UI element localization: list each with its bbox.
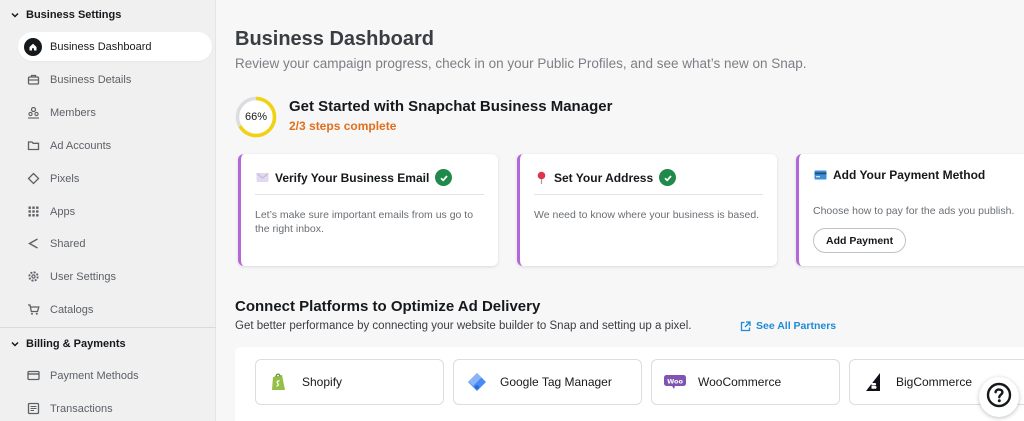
get-started-title: Get Started with Snapchat Business Manag… xyxy=(289,98,613,115)
connect-platforms-subtitle: Get better performance by connecting you… xyxy=(235,320,692,332)
sidebar-item-label: Business Dashboard xyxy=(50,40,152,53)
receipt-icon xyxy=(26,402,40,416)
link-label: See All Partners xyxy=(756,320,837,332)
card-title: Add Your Payment Method xyxy=(833,168,986,182)
sidebar-item-catalogs[interactable]: Catalogs xyxy=(18,295,212,324)
main-content: Business Dashboard Review your campaign … xyxy=(216,0,1024,421)
sidebar-item-ad-accounts[interactable]: Ad Accounts xyxy=(18,131,212,160)
section-toggle-business-settings[interactable]: Business Settings xyxy=(0,3,121,27)
sidebar-item-label: User Settings xyxy=(50,270,117,283)
sidebar-item-business-dashboard[interactable]: Business Dashboard xyxy=(18,32,212,61)
svg-text:Woo: Woo xyxy=(667,377,683,385)
google-tag-manager-icon xyxy=(466,371,488,393)
woocommerce-icon: Woo xyxy=(664,371,686,393)
sidebar-item-label: Pixels xyxy=(50,172,80,185)
map-pin-icon xyxy=(534,171,548,185)
sidebar-item-transactions[interactable]: Transactions xyxy=(18,394,212,421)
connect-platforms-title: Connect Platforms to Optimize Ad Deliver… xyxy=(235,298,541,315)
page-subtitle: Review your campaign progress, check in … xyxy=(235,56,807,71)
gear-icon xyxy=(26,270,40,284)
sidebar-item-payment-methods[interactable]: Payment Methods xyxy=(18,361,212,390)
bigcommerce-icon xyxy=(862,371,884,393)
grid-icon xyxy=(26,205,40,219)
sidebar-item-label: Ad Accounts xyxy=(50,139,112,152)
credit-card-icon xyxy=(813,168,827,182)
steps-complete-text: 2/3 steps complete xyxy=(289,119,397,133)
card-body: We need to know where your business is b… xyxy=(534,209,760,221)
sidebar-item-label: Payment Methods xyxy=(50,369,139,382)
members-icon xyxy=(26,106,40,120)
sidebar-item-members[interactable]: Members xyxy=(18,98,212,127)
help-button[interactable] xyxy=(979,377,1019,417)
sidebar: Business Settings Business Dashboard Bus… xyxy=(0,0,216,421)
sidebar-divider xyxy=(0,327,216,328)
external-link-icon xyxy=(740,320,751,332)
check-icon xyxy=(659,169,677,186)
sidebar-item-label: Transactions xyxy=(50,402,113,415)
check-icon xyxy=(435,169,453,186)
sidebar-item-business-details[interactable]: Business Details xyxy=(18,65,212,94)
credit-card-icon xyxy=(26,369,40,383)
help-icon xyxy=(986,382,1012,413)
section-title: Billing & Payments xyxy=(26,338,126,350)
sidebar-item-pixels[interactable]: Pixels xyxy=(18,164,212,193)
see-all-partners-link[interactable]: See All Partners xyxy=(740,320,836,332)
share-icon xyxy=(26,237,40,251)
progress-ring: 66% xyxy=(235,96,277,138)
card-header: Add Your Payment Method xyxy=(813,168,985,182)
sidebar-item-label: Business Details xyxy=(50,73,132,86)
home-icon xyxy=(24,37,42,56)
card-header: Verify Your Business Email xyxy=(255,169,453,186)
card-title: Verify Your Business Email xyxy=(275,170,430,185)
page-title: Business Dashboard xyxy=(235,28,434,50)
step-card-set-address[interactable]: Set Your Address We need to know where y… xyxy=(517,154,777,266)
card-body: Let’s make sure important emails from us… xyxy=(255,209,474,235)
cart-icon xyxy=(26,303,40,317)
chevron-down-icon xyxy=(10,339,20,349)
step-card-payment-method: Add Your Payment Method Choose how to pa… xyxy=(796,154,1024,266)
card-body: Choose how to pay for the ads you publis… xyxy=(813,205,1015,217)
card-divider xyxy=(534,194,763,195)
sidebar-item-label: Catalogs xyxy=(50,303,94,316)
sidebar-item-shared[interactable]: Shared xyxy=(18,229,212,258)
sidebar-item-apps[interactable]: Apps xyxy=(18,197,212,226)
platform-shopify[interactable]: Shopify xyxy=(255,359,444,405)
chevron-down-icon xyxy=(10,10,20,20)
platform-label: WooCommerce xyxy=(698,375,782,389)
progress-label: 66% xyxy=(244,111,268,123)
section-toggle-billing-payments[interactable]: Billing & Payments xyxy=(0,332,126,356)
platforms-panel: Shopify Google Tag Manager Woo WooCommer… xyxy=(235,347,1024,421)
diamond-icon xyxy=(26,172,40,186)
sidebar-item-label: Apps xyxy=(50,205,76,218)
sidebar-item-label: Shared xyxy=(50,237,86,250)
platform-label: Shopify xyxy=(302,375,343,389)
envelope-icon xyxy=(255,171,269,185)
sidebar-item-user-settings[interactable]: User Settings xyxy=(18,262,212,291)
folder-icon xyxy=(26,139,40,153)
platform-label: Google Tag Manager xyxy=(500,375,612,389)
shopify-icon xyxy=(268,371,290,393)
card-title: Set Your Address xyxy=(554,170,654,185)
platform-google-tag-manager[interactable]: Google Tag Manager xyxy=(453,359,642,405)
platform-label: BigCommerce xyxy=(896,375,973,389)
add-payment-button[interactable]: Add Payment xyxy=(813,228,907,253)
card-divider xyxy=(255,194,484,195)
step-card-verify-email[interactable]: Verify Your Business Email Let’s make su… xyxy=(238,154,498,266)
platform-woocommerce[interactable]: Woo WooCommerce xyxy=(651,359,840,405)
card-header: Set Your Address xyxy=(534,169,677,186)
briefcase-icon xyxy=(26,73,40,87)
sidebar-item-label: Members xyxy=(50,106,96,119)
section-title: Business Settings xyxy=(26,9,122,21)
